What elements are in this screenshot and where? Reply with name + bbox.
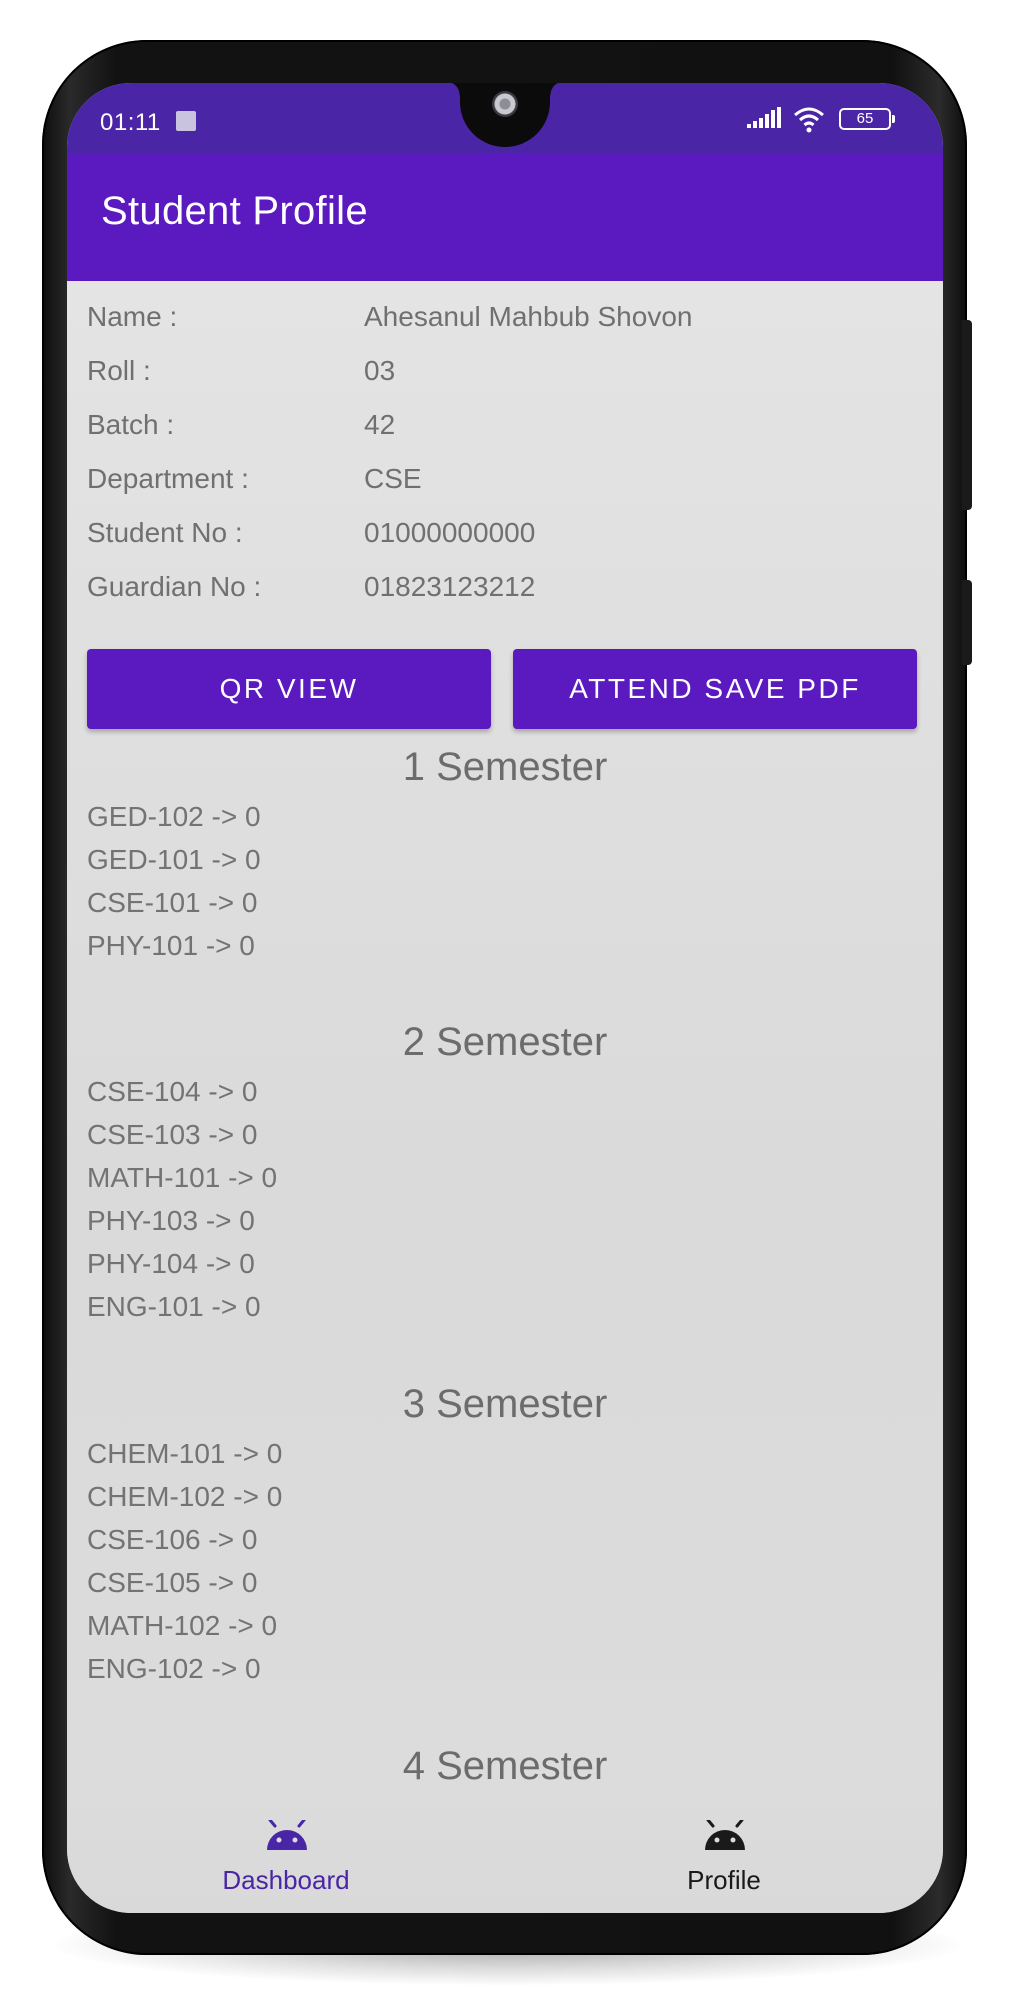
profile-row-department: Department : CSE <box>87 463 927 517</box>
battery-icon: 65 <box>839 108 895 130</box>
front-camera <box>492 91 518 117</box>
course-item: PHY-101 -> 0 <box>87 930 255 961</box>
wifi-icon <box>794 107 824 133</box>
course-item: CSE-103 -> 0 <box>87 1119 258 1150</box>
screen: 01:11 65 Student Profile Name : Ahesanul… <box>67 83 943 1913</box>
course-item: CSE-104 -> 0 <box>87 1076 258 1107</box>
course-item: GED-101 -> 0 <box>87 844 261 875</box>
bottom-navigation: Dashboard Profile <box>67 1783 943 1913</box>
course-item: MATH-102 -> 0 <box>87 1610 278 1641</box>
notification-icon <box>176 111 196 131</box>
course-item: CSE-105 -> 0 <box>87 1567 258 1598</box>
profile-value: 03 <box>364 355 396 386</box>
profile-row-name: Name : Ahesanul Mahbub Shovon <box>87 301 927 355</box>
profile-label: Name : <box>87 301 178 332</box>
nav-item-profile[interactable]: Profile <box>505 1783 943 1913</box>
profile-label: Student No : <box>87 517 243 548</box>
signal-icon <box>747 107 781 128</box>
course-item: CHEM-102 -> 0 <box>87 1481 283 1512</box>
semester-title: 3 Semester <box>402 1382 608 1426</box>
profile-value: 42 <box>364 409 396 440</box>
course-item: CSE-101 -> 0 <box>87 887 258 918</box>
volume-button <box>962 320 972 510</box>
course-item: CSE-106 -> 0 <box>87 1524 258 1555</box>
profile-row-batch: Batch : 42 <box>87 409 927 463</box>
semester-title: 1 Semester <box>402 745 608 789</box>
android-icon <box>267 1820 307 1850</box>
android-icon <box>705 1820 745 1850</box>
profile-label: Batch : <box>87 409 175 440</box>
profile-label: Roll : <box>87 355 151 386</box>
profile-label: Guardian No : <box>87 571 262 602</box>
course-item: PHY-103 -> 0 <box>87 1205 255 1236</box>
course-item: ENG-101 -> 0 <box>87 1291 261 1322</box>
nav-item-dashboard[interactable]: Dashboard <box>67 1783 505 1913</box>
status-time: 01:11 <box>100 109 161 136</box>
page-title: Student Profile <box>101 189 368 233</box>
profile-value: Ahesanul Mahbub Shovon <box>364 301 693 332</box>
qr-view-button[interactable]: QR VIEW <box>87 649 491 729</box>
course-item: CHEM-101 -> 0 <box>87 1438 283 1469</box>
profile-row-student-no: Student No : 01000000000 <box>87 517 927 571</box>
profile-value: 01000000000 <box>364 517 536 548</box>
attend-save-pdf-button[interactable]: ATTEND SAVE PDF <box>513 649 917 729</box>
power-button <box>962 580 972 665</box>
course-item: PHY-104 -> 0 <box>87 1248 255 1279</box>
profile-row-guardian-no: Guardian No : 01823123212 <box>87 571 927 625</box>
nav-label-dashboard: Dashboard <box>222 1865 350 1895</box>
course-item: ENG-102 -> 0 <box>87 1653 261 1684</box>
profile-value: 01823123212 <box>364 571 536 602</box>
semester-title: 2 Semester <box>402 1020 608 1064</box>
profile-value: CSE <box>364 463 422 494</box>
profile-row-roll: Roll : 03 <box>87 355 927 409</box>
profile-info: Name : Ahesanul Mahbub Shovon Roll : 03 … <box>87 301 927 625</box>
course-item: GED-102 -> 0 <box>87 801 261 832</box>
course-item: MATH-101 -> 0 <box>87 1162 278 1193</box>
nav-label-profile: Profile <box>687 1865 761 1895</box>
app-bar: Student Profile <box>67 153 943 281</box>
profile-label: Department : <box>87 463 249 494</box>
